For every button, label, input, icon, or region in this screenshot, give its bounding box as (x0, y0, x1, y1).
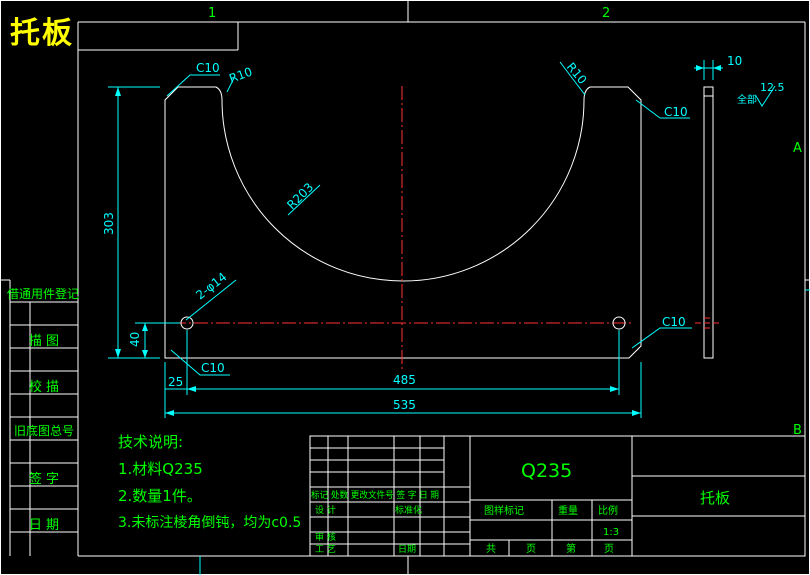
side-label-date: 日 期 (28, 518, 60, 533)
side-label-tracing: 描 图 (28, 334, 60, 349)
label-design: 设 计 (315, 504, 336, 516)
dim-fillet-left: R10 (227, 65, 254, 86)
label-scale: 比例 (598, 504, 618, 517)
label-process: 工 艺 (315, 544, 336, 555)
dim-chamfer-bottom-right: C10 (662, 315, 686, 329)
revision-header: 标记 处数 更改文件号 签 字 日 期 (311, 489, 439, 501)
zone-marker-a: A (793, 141, 802, 156)
label-sheets: 页 (526, 543, 536, 555)
dim-thickness: 10 (727, 54, 742, 68)
zone-marker-2: 2 (602, 6, 610, 21)
material-name: Q235 (521, 460, 572, 482)
dim-arc-radius: R203 (284, 180, 316, 212)
label-date: 日期 (398, 544, 416, 555)
label-total: 共 (486, 543, 496, 555)
dim-width-total: 535 (393, 398, 416, 412)
tech-notes-heading: 技术说明: (118, 433, 184, 451)
side-label-check-tracing: 校 描 (28, 380, 60, 395)
dim-hole-spacing: 485 (393, 373, 416, 387)
tech-note-1: 1.材料Q235 (118, 460, 203, 478)
dim-hole-offset: 25 (168, 375, 183, 389)
zone-marker-1: 1 (208, 6, 216, 21)
dim-fillet-right: R10 (564, 60, 590, 87)
dim-chamfer-bottom-left: C10 (201, 361, 225, 375)
roughness-value: 12.5 (760, 81, 785, 94)
dim-hole-spec: 2-φ14 (193, 270, 229, 303)
label-weight: 重量 (558, 504, 578, 517)
label-review: 审 核 (315, 531, 336, 543)
dim-chamfer-top-left: C10 (196, 61, 220, 75)
side-label-signature: 签 字 (28, 472, 60, 487)
label-sheet-no: 第 (566, 542, 576, 555)
part-outline (164, 86, 642, 359)
part-name: 托板 (700, 489, 730, 507)
scale-value: 1:3 (603, 527, 619, 538)
tech-note-3: 3.未标注棱角倒钝，均为c0.5 (118, 515, 302, 531)
dim-height-total: 303 (102, 212, 116, 235)
tech-note-2: 2.数量1件。 (118, 487, 202, 505)
side-view (703, 86, 714, 359)
label-standardize: 标准化 (395, 504, 422, 516)
roughness-label: 全部 (737, 93, 757, 106)
side-label-old-drawing-no: 旧底图总号 (13, 424, 74, 438)
side-label-borrowed-part: 借通用件登记 (6, 287, 79, 301)
dim-chamfer-top-right: C10 (664, 105, 688, 119)
label-stage-mark: 图样标记 (484, 504, 524, 517)
label-page: 页 (604, 543, 614, 555)
dim-height-holes: 40 (128, 332, 142, 347)
